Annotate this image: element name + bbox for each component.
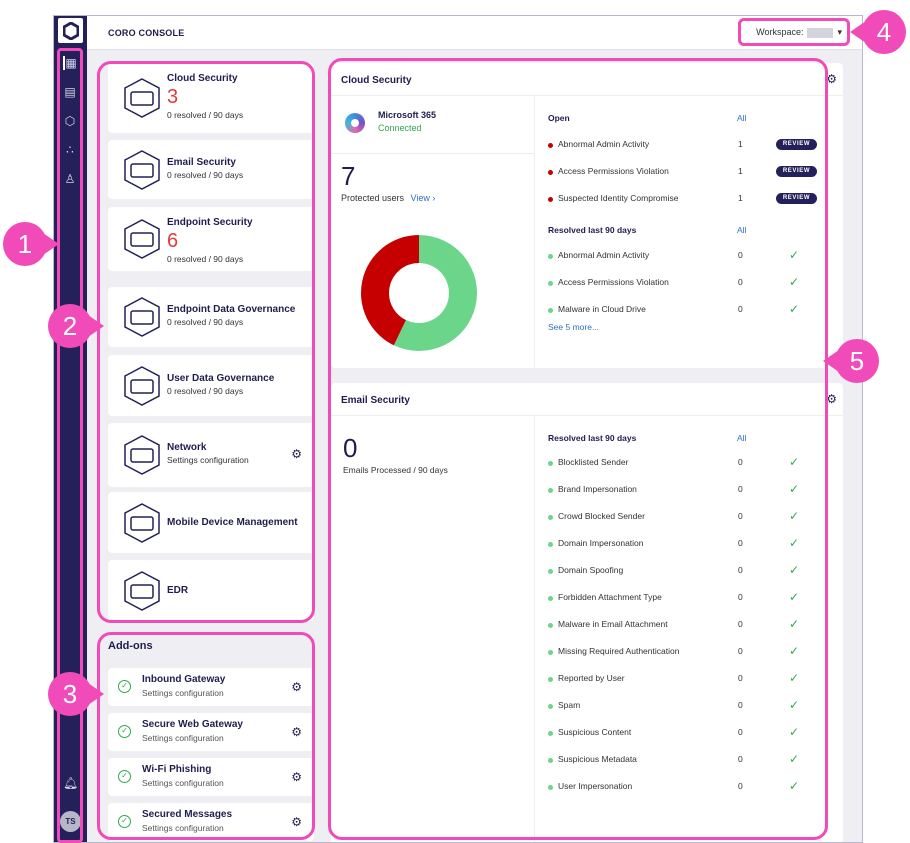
app-title: CORO CONSOLE: [108, 28, 185, 38]
callout-3: 3: [48, 672, 104, 716]
annotation-box-panels: [328, 58, 828, 840]
callout-5: 5: [823, 339, 879, 383]
annotation-box-modules: [97, 61, 315, 623]
annotation-box-addons: [97, 632, 315, 840]
callout-2: 2: [48, 304, 104, 348]
callout-4: 4: [850, 10, 906, 54]
callout-1: 1: [3, 222, 59, 266]
coro-logo[interactable]: [58, 18, 83, 43]
annotation-box-workspace: [738, 18, 850, 46]
annotation-box-sidebar: [57, 48, 83, 843]
